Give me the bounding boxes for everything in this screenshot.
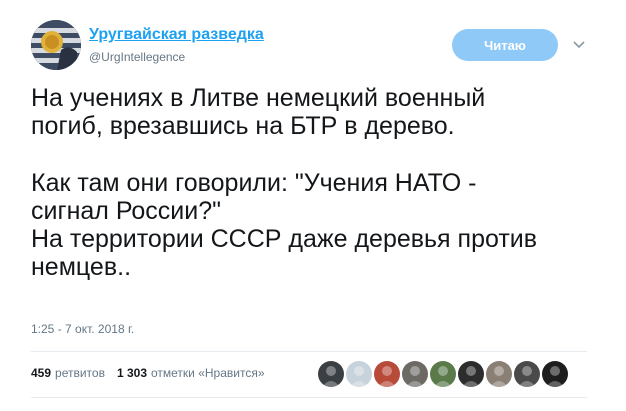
tweet-line: сигнал России?"	[31, 197, 222, 225]
avatar-dark-icon[interactable]	[318, 361, 344, 387]
avatar-dark-icon[interactable]	[542, 361, 568, 387]
likes-count: 1 303	[116, 366, 147, 380]
account-avatar[interactable]	[31, 20, 81, 70]
avatar-man-icon[interactable]	[402, 361, 428, 387]
likes-label: отметки «Нравится»	[151, 366, 265, 380]
avatar-landscape-icon[interactable]	[430, 361, 456, 387]
avatar-bw-icon[interactable]	[514, 361, 540, 387]
account-display-name[interactable]: Уругвайская разведка	[89, 26, 264, 44]
follow-button[interactable]: Читаю	[452, 29, 558, 61]
tweet-line: На территории СССР даже деревья против	[31, 225, 538, 253]
divider	[31, 351, 587, 352]
avatar-red-icon[interactable]	[374, 361, 400, 387]
retweets-count: 459	[31, 366, 52, 380]
tweet-line: погиб, врезавшись на БТР в дерево.	[31, 112, 455, 140]
tweet-timestamp[interactable]: 1:25 - 7 окт. 2018 г.	[31, 322, 134, 336]
divider	[31, 397, 587, 398]
tweet-stats: 459 ретвитов 1 303 отметки «Нравится»	[31, 366, 277, 380]
uruguay-sun-icon	[31, 20, 81, 70]
liker-avatars	[318, 361, 568, 387]
tweet-line: Как там они говорили: "Учения НАТО -	[31, 169, 477, 197]
avatar-default-icon[interactable]	[346, 361, 372, 387]
avatar-group-icon[interactable]	[486, 361, 512, 387]
tweet-line: немцев..	[31, 253, 132, 281]
retweets-label: ретвитов	[55, 366, 105, 380]
avatar-dark-icon[interactable]	[458, 361, 484, 387]
likes-stat[interactable]: 1 303 отметки «Нравится»	[117, 366, 265, 380]
tweet-text: На учениях в Литве немецкий военный поги…	[31, 84, 606, 281]
chevron-down-icon[interactable]	[571, 38, 587, 52]
tweet-line: На учениях в Литве немецкий военный	[31, 84, 486, 112]
account-handle[interactable]: @UrgIntellegence	[89, 50, 185, 64]
retweets-stat[interactable]: 459 ретвитов	[31, 366, 105, 380]
